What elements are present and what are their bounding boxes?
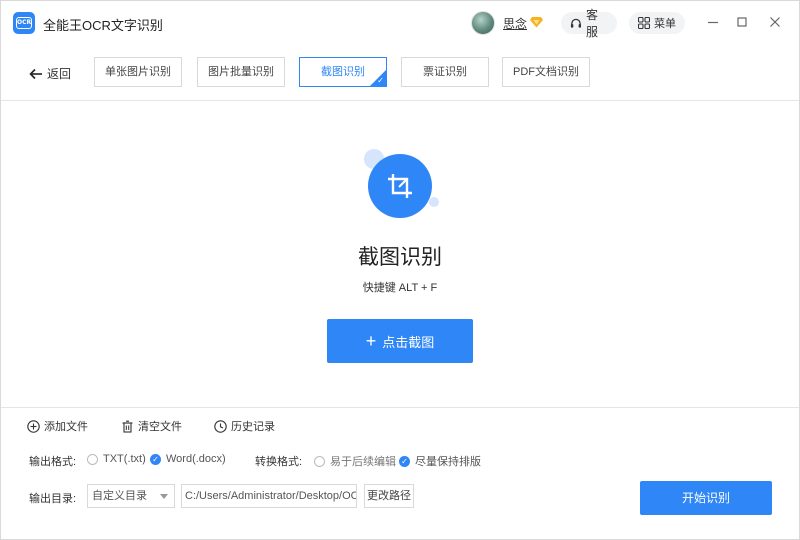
- minimize-icon[interactable]: [703, 13, 723, 33]
- menu-label: 菜单: [654, 18, 676, 30]
- grid-menu-icon: [638, 17, 650, 29]
- customer-service-label: 客服: [585, 8, 598, 39]
- tab-batch-images[interactable]: 图片批量识别: [197, 57, 285, 87]
- tab-screenshot-label: 截图识别: [321, 66, 365, 78]
- history-button[interactable]: 历史记录: [214, 418, 275, 434]
- convert-format-label: 转换格式:: [255, 456, 303, 468]
- easy-edit-label: 易于后续编辑: [330, 456, 396, 468]
- add-file-button[interactable]: 添加文件: [27, 418, 88, 434]
- app-logo-icon: OCR: [13, 12, 35, 34]
- title-bar: OCR 全能王OCR文字识别 思念 客服 菜单: [1, 1, 799, 45]
- output-path-field[interactable]: C:/Users/Administrator/Desktop/OC: [181, 484, 357, 508]
- output-format-label: 输出格式:: [29, 456, 77, 468]
- dropdown-caret-icon: [160, 494, 168, 499]
- add-circle-icon: [27, 419, 40, 433]
- output-dir-select[interactable]: 自定义目录: [87, 484, 175, 508]
- hotkey-hint: 快捷键 ALT + F: [362, 282, 438, 294]
- username-link[interactable]: 思念: [503, 15, 527, 32]
- app-window: OCR 全能王OCR文字识别 思念 客服 菜单 返回 单张图片识别 图片批量识别…: [0, 0, 800, 540]
- app-title: 全能王OCR文字识别: [43, 18, 163, 33]
- decor-dot: [429, 197, 439, 207]
- radio-unchecked: [314, 455, 325, 467]
- radio-checked-icon: ✓: [150, 453, 161, 465]
- app-logo-text: OCR: [16, 17, 32, 29]
- capture-button-label: 点击截图: [382, 334, 435, 350]
- maximize-icon[interactable]: [732, 13, 752, 33]
- clock-icon: [214, 419, 227, 433]
- mode-toolbar: 返回 单张图片识别 图片批量识别 截图识别 ✓ 票证识别 PDF文档识别: [1, 45, 799, 101]
- back-arrow-icon: [29, 68, 42, 79]
- tab-screenshot[interactable]: 截图识别 ✓: [299, 57, 387, 87]
- page-title: 截图识别: [358, 246, 442, 269]
- main-panel: 截图识别 快捷键 ALT + F + 点击截图: [1, 101, 799, 407]
- output-dir-label: 输出目录:: [29, 493, 77, 505]
- back-label: 返回: [47, 67, 72, 81]
- capture-button[interactable]: + 点击截图: [327, 319, 473, 363]
- headset-icon: [570, 18, 582, 28]
- easy-edit-radio[interactable]: 易于后续编辑: [314, 453, 396, 469]
- clear-files-button[interactable]: 清空文件: [121, 418, 182, 434]
- add-file-label: 添加文件: [44, 421, 88, 433]
- close-icon[interactable]: [765, 13, 785, 33]
- output-dir-select-value: 自定义目录: [92, 490, 147, 502]
- plus-icon: +: [365, 331, 377, 351]
- format-word-radio[interactable]: ✓ Word(.docx): [150, 453, 226, 465]
- start-recognition-button[interactable]: 开始识别: [640, 481, 772, 515]
- radio-unchecked: [87, 453, 98, 465]
- format-txt-radio[interactable]: TXT(.txt): [87, 453, 146, 465]
- settings-panel: 添加文件 清空文件 历史记录 输出格式: TXT(.txt) ✓ Word(.d…: [1, 407, 799, 539]
- change-path-button[interactable]: 更改路径: [364, 484, 414, 508]
- format-txt-label: TXT(.txt): [103, 453, 146, 465]
- tab-single-image[interactable]: 单张图片识别: [94, 57, 182, 87]
- radio-checked-icon: ✓: [399, 455, 410, 467]
- tab-pdf[interactable]: PDF文档识别: [502, 57, 590, 87]
- trash-icon: [122, 420, 133, 433]
- check-icon: ✓: [377, 76, 384, 85]
- customer-service-button[interactable]: 客服: [561, 8, 617, 39]
- crop-icon: [368, 154, 432, 218]
- format-word-label: Word(.docx): [166, 453, 226, 465]
- keep-layout-radio[interactable]: ✓ 尽量保持排版: [399, 453, 481, 469]
- keep-layout-label: 尽量保持排版: [415, 456, 481, 468]
- history-label: 历史记录: [231, 421, 275, 433]
- vip-diamond-icon: [530, 17, 543, 28]
- menu-button[interactable]: 菜单: [629, 12, 685, 34]
- avatar[interactable]: [471, 11, 495, 35]
- tab-certificate[interactable]: 票证识别: [401, 57, 489, 87]
- back-button[interactable]: 返回: [29, 65, 71, 82]
- clear-files-label: 清空文件: [138, 421, 182, 433]
